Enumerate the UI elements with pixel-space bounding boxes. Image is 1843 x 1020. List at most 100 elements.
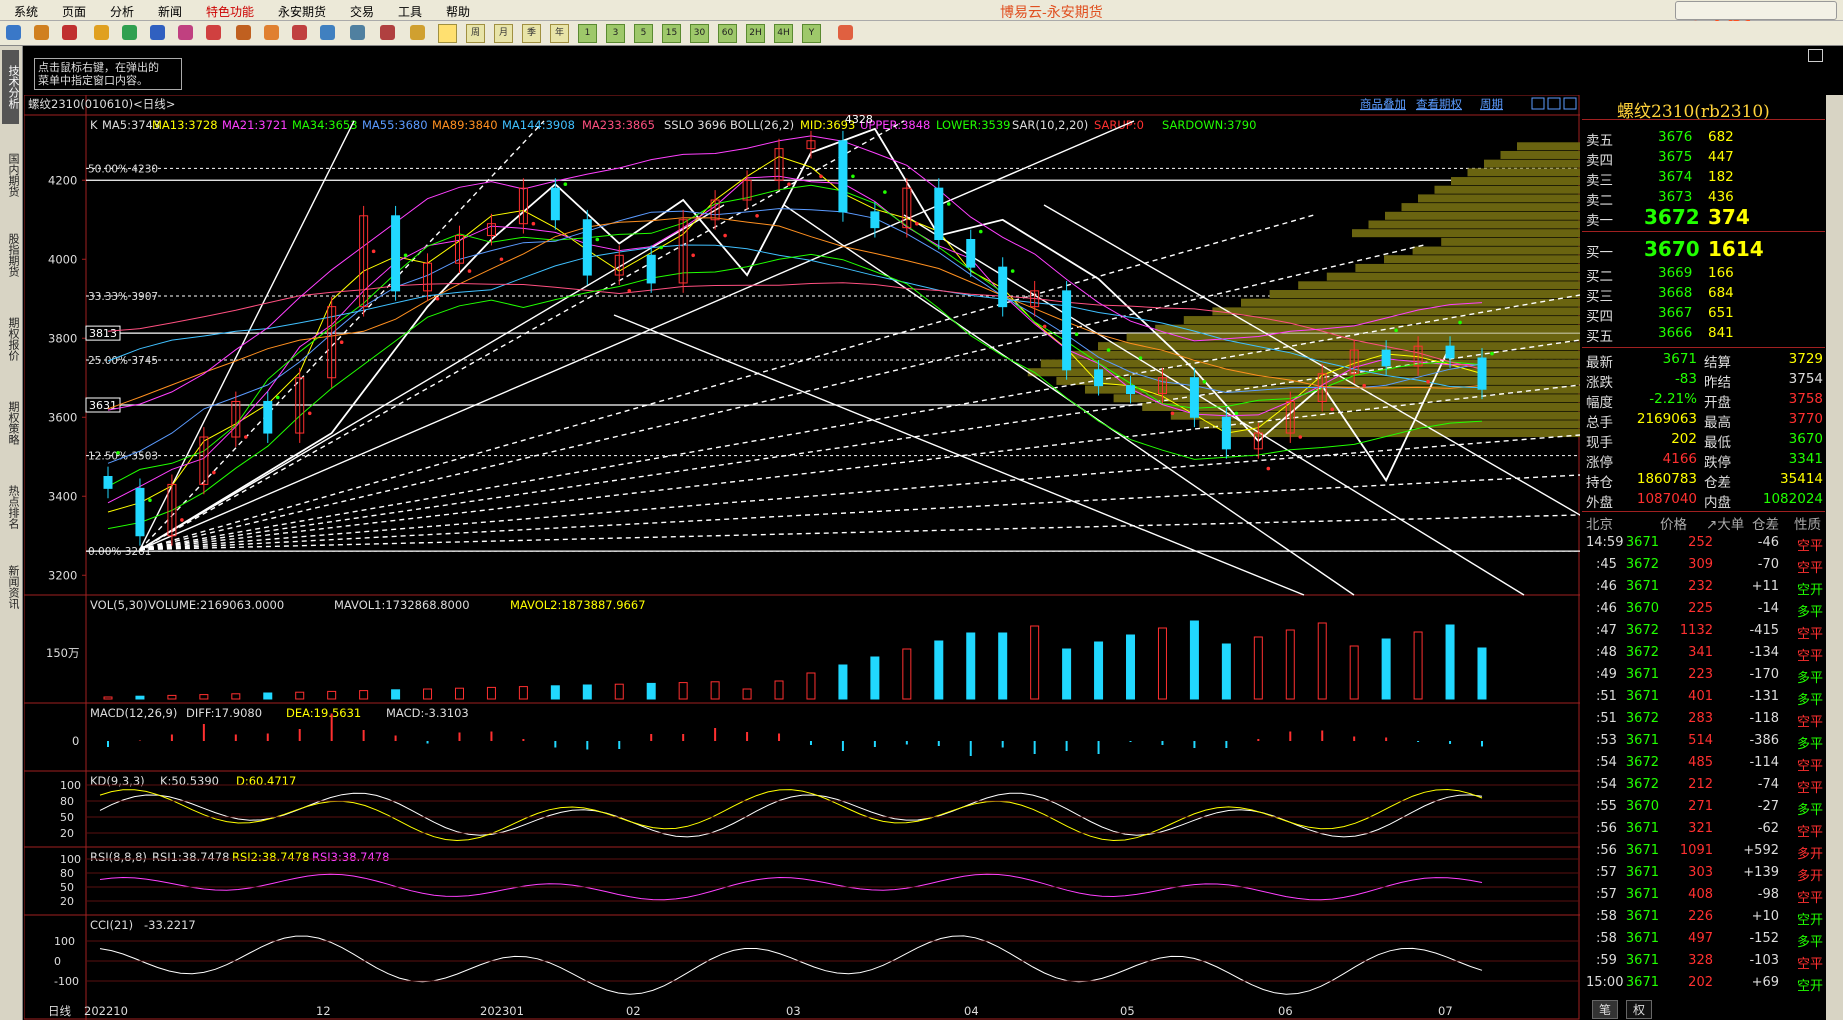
- quote-bottom-tab-0[interactable]: 笔: [1592, 1000, 1619, 1019]
- side-tab-1[interactable]: 国内期货: [2, 138, 20, 212]
- home-icon[interactable]: [34, 25, 49, 40]
- period-button-8[interactable]: 30: [690, 24, 709, 43]
- ask-price[interactable]: 3674: [1658, 169, 1692, 185]
- period-button-10[interactable]: 2H: [746, 24, 765, 43]
- tick-volume: 226: [1688, 909, 1713, 924]
- bid-price[interactable]: 3667: [1658, 305, 1692, 321]
- header-link-1[interactable]: 查看期权: [1416, 97, 1462, 111]
- filter-icon[interactable]: [292, 25, 307, 40]
- ask-price[interactable]: 3673: [1658, 189, 1692, 205]
- stat-value: 4166: [1662, 451, 1697, 467]
- sar-dot: [1298, 435, 1303, 439]
- side-tab-4[interactable]: 期权策略: [2, 386, 20, 460]
- volume-bar: [966, 632, 976, 700]
- menu-item-4[interactable]: 特色功能: [206, 3, 254, 20]
- bid-label: 买三: [1586, 289, 1613, 305]
- macd-panel: MACD(12,26,9) DIFF:17.9080 DEA:19.5631 MACD…: [72, 706, 1483, 756]
- table-icon[interactable]: [350, 25, 365, 40]
- ask-price[interactable]: 3676: [1658, 129, 1692, 145]
- header-link-0[interactable]: 商品叠加: [1360, 97, 1406, 111]
- settings-icon[interactable]: [320, 25, 335, 40]
- sar-dot: [1234, 411, 1239, 416]
- panel-control-icon[interactable]: [1563, 97, 1577, 110]
- tick-oi-change: -46: [1757, 535, 1779, 550]
- sar-dot: [1042, 324, 1047, 329]
- stat-value: 1860783: [1636, 471, 1697, 487]
- sar-dot: [595, 237, 600, 242]
- sar-dot: [212, 470, 216, 475]
- menu-item-3[interactable]: 新闻: [158, 3, 182, 20]
- tick-header-2: ↗大单: [1706, 517, 1745, 533]
- portfolio-icon[interactable]: [94, 25, 109, 40]
- menu-item-8[interactable]: 帮助: [446, 3, 470, 20]
- menu-item-7[interactable]: 工具: [398, 3, 422, 20]
- quote-bottom-tab-1[interactable]: 权: [1626, 1000, 1653, 1019]
- pen-icon[interactable]: [236, 25, 251, 40]
- chart-icon[interactable]: [380, 25, 395, 40]
- menu-item-0[interactable]: 系统: [14, 3, 38, 20]
- period-button-7[interactable]: 15: [662, 24, 681, 43]
- back-icon[interactable]: [6, 25, 21, 40]
- sar-dot: [116, 451, 120, 455]
- layout-icon[interactable]: [838, 25, 853, 40]
- zoom-out-icon[interactable]: [178, 25, 193, 40]
- date-axis-label: 12: [316, 1004, 331, 1018]
- date-axis-label: 07: [1438, 1004, 1453, 1018]
- stat-value: 3770: [1788, 411, 1823, 427]
- side-tab-2[interactable]: 股指期货: [2, 218, 20, 292]
- ask-price[interactable]: 3672: [1644, 205, 1700, 229]
- volume-bar: [742, 688, 752, 700]
- side-tabs: 技术分析国内期货股指期货期权报价期权策略热点排名新闻资讯: [0, 46, 23, 1020]
- header-link-2[interactable]: 周期: [1480, 97, 1503, 111]
- bid-price[interactable]: 3670: [1644, 237, 1700, 261]
- menu-item-1[interactable]: 页面: [62, 3, 86, 20]
- volume-bar: [231, 693, 241, 700]
- maximize-icon[interactable]: [1808, 49, 1823, 62]
- cake-icon[interactable]: [264, 25, 279, 40]
- panel-control-icon[interactable]: [1547, 97, 1561, 110]
- period-button-9[interactable]: 60: [718, 24, 737, 43]
- volume-bar: [1349, 645, 1359, 700]
- period-button-1[interactable]: 月: [494, 24, 513, 43]
- period-button-3[interactable]: 年: [550, 24, 569, 43]
- side-tab-6[interactable]: 新闻资讯: [2, 550, 20, 624]
- bid-price[interactable]: 3668: [1658, 285, 1692, 301]
- day-period-button[interactable]: [438, 24, 457, 43]
- ask-price[interactable]: 3675: [1658, 149, 1692, 165]
- side-tab-3[interactable]: 期权报价: [2, 302, 20, 376]
- candle-body: [1381, 349, 1391, 367]
- period-button-5[interactable]: 3: [606, 24, 625, 43]
- volume-bar: [678, 682, 688, 700]
- right-scrollbar[interactable]: [1826, 95, 1843, 1020]
- panel-control-icon[interactable]: [1531, 97, 1545, 110]
- peak-label: 4328: [845, 113, 873, 126]
- tick-price: 3671: [1625, 821, 1659, 836]
- kline-icon[interactable]: [410, 25, 425, 40]
- side-tab-5[interactable]: 热点排名: [2, 470, 20, 544]
- zoom-in-icon[interactable]: [150, 25, 165, 40]
- tick-price: 3671: [1625, 535, 1659, 550]
- refresh-icon[interactable]: [122, 25, 137, 40]
- period-button-4[interactable]: 1: [578, 24, 597, 43]
- kline-chart[interactable]: 螺纹2310(010610)<日线> 商品叠加 查看期权 周期K MA5:3743MA1…: [24, 95, 1580, 1020]
- volume-bar: [550, 685, 560, 700]
- period-button-11[interactable]: 4H: [774, 24, 793, 43]
- period-button-0[interactable]: 周: [466, 24, 485, 43]
- grid-icon[interactable]: [62, 25, 77, 40]
- menu-item-5[interactable]: 永安期货: [278, 3, 326, 20]
- period-button-2[interactable]: 季: [522, 24, 541, 43]
- vol-mavol1: MAVOL1:1732868.8000: [334, 598, 470, 612]
- side-tab-0[interactable]: 技术分析: [2, 50, 20, 124]
- sar-dot: [499, 257, 504, 262]
- menu-item-2[interactable]: 分析: [110, 3, 134, 20]
- period-button-6[interactable]: 5: [634, 24, 653, 43]
- period-button-12[interactable]: Y: [802, 24, 821, 43]
- bid-price[interactable]: 3669: [1658, 265, 1692, 281]
- bid-price[interactable]: 3666: [1658, 325, 1692, 341]
- window-controls[interactable]: [1675, 1, 1837, 20]
- menu-item-6[interactable]: 交易: [350, 3, 374, 20]
- indicator-15: SARUP:0: [1094, 118, 1144, 132]
- window-icon[interactable]: [206, 25, 221, 40]
- stat-value: -83: [1674, 371, 1697, 387]
- kd-d: D:60.4717: [236, 774, 296, 788]
